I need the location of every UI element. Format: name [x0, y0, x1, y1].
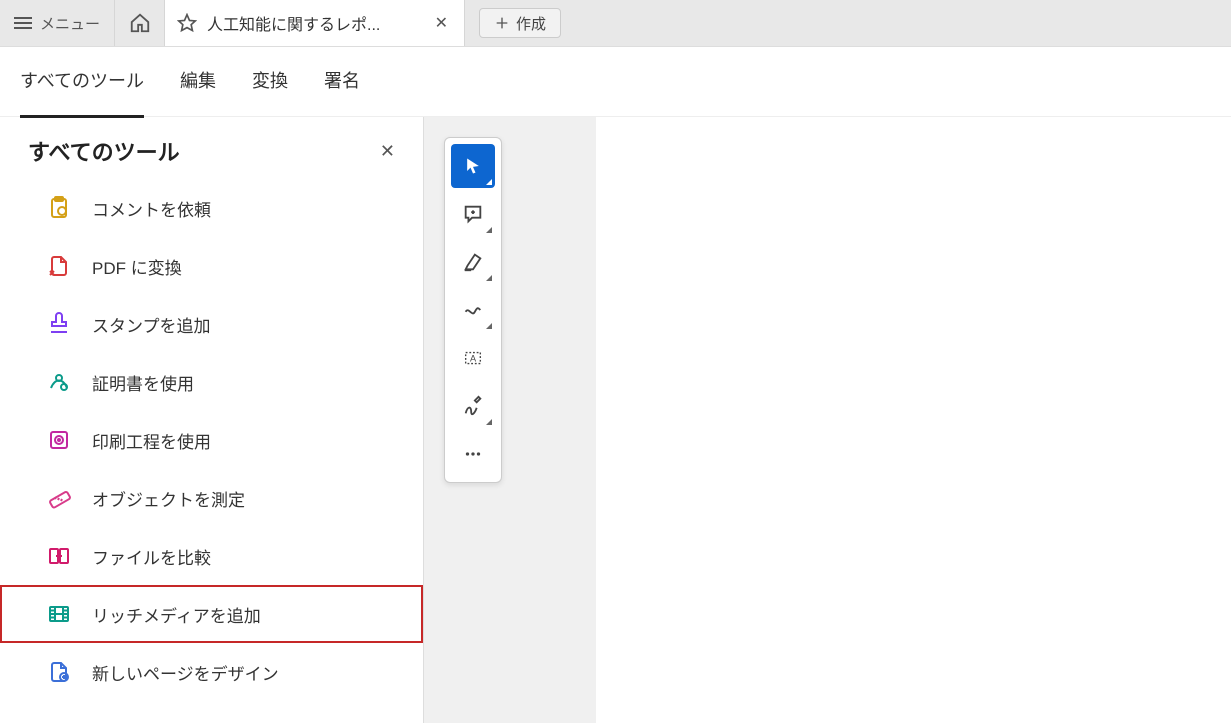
measure-icon	[46, 485, 72, 511]
select-tool-icon	[463, 156, 483, 176]
nav-tab-all-tools[interactable]: すべてのツール	[20, 45, 144, 118]
text-box-icon: A	[462, 347, 484, 369]
draw-freeform-button[interactable]	[451, 288, 495, 332]
tool-convert-pdf[interactable]: PDF に変換	[0, 237, 423, 295]
add-comment-icon	[462, 203, 484, 225]
tool-design-page[interactable]: 新しいページをデザイン	[0, 643, 423, 701]
tool-use-certificate[interactable]: 証明書を使用	[0, 353, 423, 411]
floating-toolbar: A	[444, 137, 502, 483]
print-production-icon	[46, 427, 72, 453]
tool-measure[interactable]: オブジェクトを測定	[0, 469, 423, 527]
document-area: A	[424, 117, 1231, 723]
tools-sidebar: すべてのツール ✕ コメントを依頼 PDF に変換 スタンプを追加	[0, 117, 424, 723]
create-button[interactable]: 作成	[479, 8, 561, 38]
sign-icon	[462, 395, 484, 417]
star-icon	[177, 13, 197, 33]
plus-icon	[494, 15, 510, 31]
certificate-icon	[46, 369, 72, 395]
menu-button[interactable]: メニュー	[0, 0, 115, 46]
title-bar: メニュー 人工知能に関するレポ... ✕ 作成	[0, 0, 1231, 47]
add-comment-button[interactable]	[451, 192, 495, 236]
home-button[interactable]	[115, 0, 165, 46]
select-tool-button[interactable]	[451, 144, 495, 188]
tool-print-production[interactable]: 印刷工程を使用	[0, 411, 423, 469]
tool-add-stamp[interactable]: スタンプを追加	[0, 295, 423, 353]
tool-compare-files[interactable]: ファイルを比較	[0, 527, 423, 585]
sidebar-title: すべてのツール	[28, 135, 180, 167]
hamburger-icon	[14, 17, 32, 29]
sidebar-header: すべてのツール ✕	[0, 117, 423, 179]
highlight-icon	[462, 251, 484, 273]
text-box-button[interactable]: A	[451, 336, 495, 380]
tool-list: コメントを依頼 PDF に変換 スタンプを追加 証明書を使用	[0, 179, 423, 701]
main-area: すべてのツール ✕ コメントを依頼 PDF に変換 スタンプを追加	[0, 117, 1231, 723]
nav-tab-convert[interactable]: 変換	[252, 45, 288, 118]
more-icon	[462, 443, 484, 465]
more-tools-button[interactable]	[451, 432, 495, 476]
tool-label: 証明書を使用	[92, 370, 194, 395]
tool-label: オブジェクトを測定	[92, 486, 245, 511]
tool-label: ファイルを比較	[92, 544, 211, 569]
sign-button[interactable]	[451, 384, 495, 428]
tool-label: 新しいページをデザイン	[92, 660, 279, 685]
tool-add-rich-media[interactable]: リッチメディアを追加	[0, 585, 423, 643]
menu-label: メニュー	[40, 13, 100, 34]
tab-close-button[interactable]: ✕	[431, 13, 452, 33]
tool-request-comments[interactable]: コメントを依頼	[0, 179, 423, 237]
draw-freeform-icon	[462, 299, 484, 321]
tool-label: スタンプを追加	[92, 312, 211, 337]
svg-text:A: A	[470, 354, 477, 364]
nav-tab-edit[interactable]: 編集	[180, 45, 216, 118]
create-label: 作成	[516, 13, 546, 34]
tool-label: コメントを依頼	[92, 196, 211, 221]
rich-media-icon	[46, 601, 72, 627]
nav-tab-sign[interactable]: 署名	[324, 45, 360, 118]
document-tab[interactable]: 人工知能に関するレポ... ✕	[165, 0, 465, 46]
nav-tabs: すべてのツール 編集 変換 署名	[0, 47, 1231, 117]
stamp-icon	[46, 311, 72, 337]
tool-label: リッチメディアを追加	[92, 602, 261, 627]
tool-label: PDF に変換	[92, 254, 182, 279]
compare-icon	[46, 543, 72, 569]
tab-title: 人工知能に関するレポ...	[207, 11, 421, 35]
convert-pdf-icon	[46, 253, 72, 279]
sidebar-close-button[interactable]: ✕	[380, 141, 395, 162]
request-comment-icon	[46, 195, 72, 221]
page-canvas[interactable]	[596, 117, 1231, 723]
design-page-icon	[46, 659, 72, 685]
tool-label: 印刷工程を使用	[92, 428, 211, 453]
highlight-button[interactable]	[451, 240, 495, 284]
home-icon	[129, 12, 151, 34]
